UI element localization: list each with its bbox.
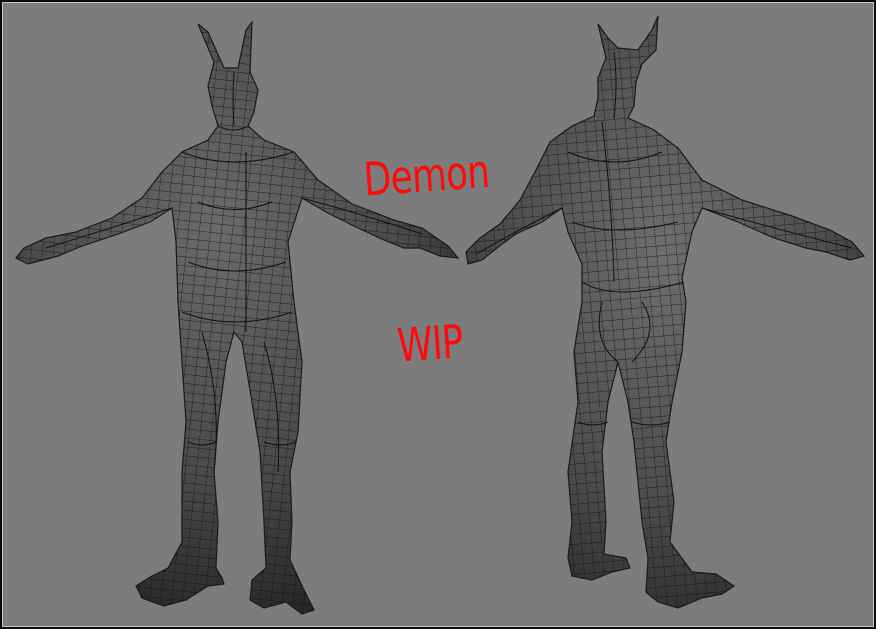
3d-viewport[interactable]: Demon WIP <box>0 0 876 629</box>
back-body-shape <box>465 15 866 609</box>
demon-model-back[interactable] <box>465 15 866 609</box>
annotation-line-2: WIP <box>395 314 465 373</box>
annotation-line-1: Demon <box>361 143 491 207</box>
